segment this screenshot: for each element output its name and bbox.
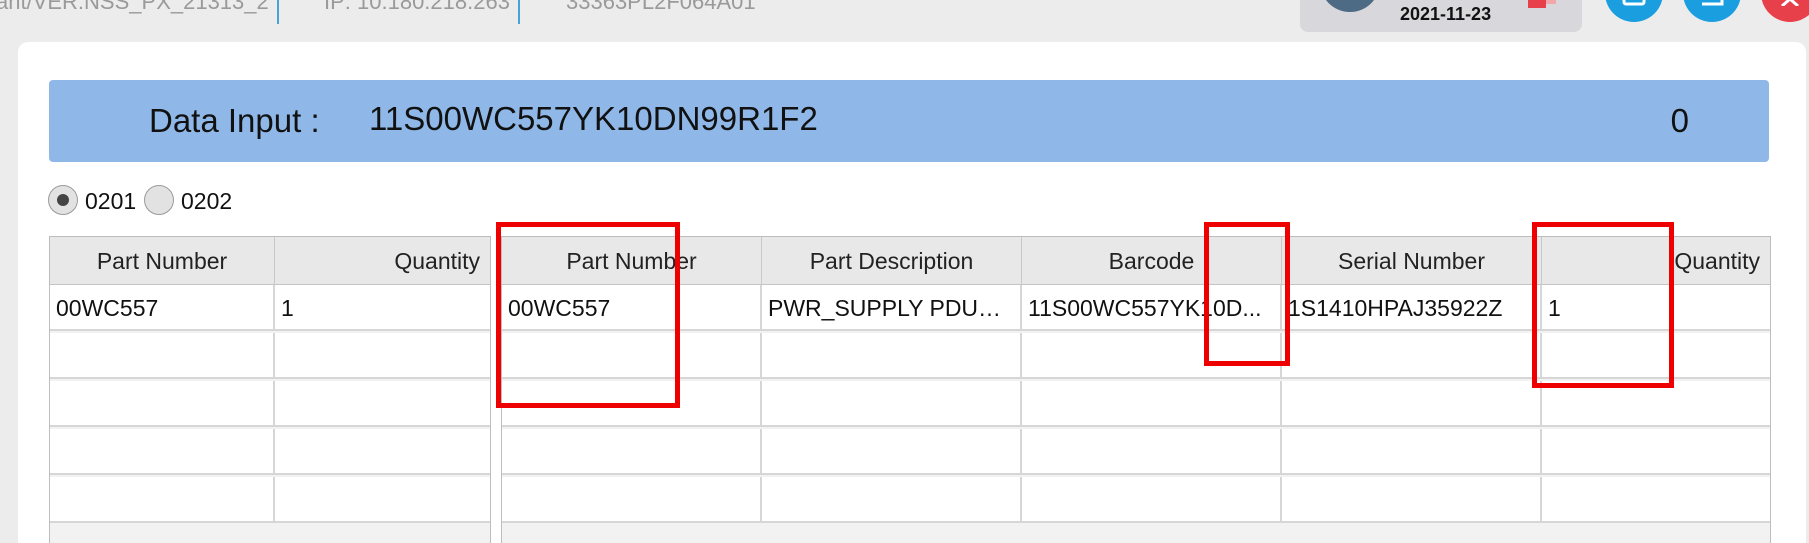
column-header-serial-number[interactable]: Serial Number [1282,237,1542,285]
cell-quantity [1542,381,1770,427]
ip-info: IP: 10.180.218.263 [324,0,520,24]
top-info-bar: ant/VER:NSS_PX_21313_2 IP: 10.180.218.26… [0,0,1809,40]
cell-quantity: 1 [1542,285,1770,331]
data-input-value[interactable]: 11S00WC557YK10DN99R1F2 [369,100,818,138]
cell-barcode [1022,429,1282,475]
cell-quantity [275,381,490,427]
edit-button[interactable] [1683,0,1741,22]
table-row[interactable] [50,333,490,381]
edit-icon [1702,0,1724,6]
logout-icon[interactable] [1524,0,1560,8]
cell-barcode [1022,381,1282,427]
cell-part-number [502,381,762,427]
radio-label: 0201 [85,188,137,214]
cell-part-description [762,477,1022,523]
cell-part-number [502,333,762,379]
cell-quantity: 1 [275,285,490,331]
column-header-part-description[interactable]: Part Description [762,237,1022,285]
cell-part-description [762,381,1022,427]
cell-serial-number [1282,333,1542,379]
table-row[interactable] [50,429,490,477]
cell-part-number [50,381,275,427]
version-info: ant/VER:NSS_PX_21313_2 [0,0,279,24]
data-input-label: Data Input : [149,102,320,139]
save-icon [1622,0,1646,6]
cell-part-description [762,429,1022,475]
cell-part-number [50,429,275,475]
cell-barcode [1022,477,1282,523]
cell-quantity [275,333,490,379]
cell-barcode [1022,333,1282,379]
table-row[interactable] [502,381,1770,429]
user-box: 2021-11-23 [1300,0,1582,32]
cell-part-description: PWR_SUPPLY PDU+ ... [762,285,1022,331]
cell-part-description [762,333,1022,379]
cell-serial-number [1282,477,1542,523]
table-row[interactable]: 00WC557 PWR_SUPPLY PDU+ ... 11S00WC557YK… [502,285,1770,333]
scan-count: 0 [1670,102,1689,139]
radio-selected-icon [48,185,78,215]
cell-part-number [50,333,275,379]
table-row[interactable] [502,477,1770,525]
radio-label: 0202 [181,188,233,214]
cell-part-number: 00WC557 [50,285,275,331]
app-window: ant/VER:NSS_PX_21313_2 IP: 10.180.218.26… [0,0,1809,543]
table-row[interactable] [50,381,490,429]
column-header-part-number[interactable]: Part Number [50,237,275,285]
cell-quantity [275,429,490,475]
cell-barcode: 11S00WC557YK10D... [1022,285,1282,331]
column-header-part-number[interactable]: Part Number [502,237,762,285]
table-row[interactable]: 00WC557 1 [50,285,490,333]
avatar [1320,0,1380,12]
radio-unselected-icon [144,185,174,215]
cell-part-number [502,477,762,523]
cell-quantity [1542,429,1770,475]
cell-quantity [1542,333,1770,379]
table-header: Part Number Part Description Barcode Ser… [502,237,1770,285]
bom-table: Part Number Quantity 00WC557 1 [49,236,491,543]
cell-serial-number: 1S1410HPAJ35922Z [1282,285,1542,331]
cell-quantity [275,477,490,523]
save-button[interactable] [1605,0,1663,22]
data-input-bar: Data Input : 11S00WC557YK10DN99R1F2 0 [49,80,1769,162]
column-header-barcode[interactable]: Barcode [1022,237,1282,285]
table-row[interactable] [502,333,1770,381]
table-row[interactable] [50,477,490,525]
column-header-quantity[interactable]: Quantity [1542,237,1770,285]
close-icon [1781,0,1799,6]
cell-part-number: 00WC557 [502,285,762,331]
cell-quantity [1542,477,1770,523]
table-row[interactable] [502,429,1770,477]
close-button[interactable] [1761,0,1809,22]
cell-part-number [502,429,762,475]
cell-serial-number [1282,429,1542,475]
cell-part-number [50,477,275,523]
cell-serial-number [1282,381,1542,427]
column-header-quantity[interactable]: Quantity [275,237,490,285]
scan-table: Part Number Part Description Barcode Ser… [501,236,1771,543]
table-header: Part Number Quantity [50,237,490,285]
login-date: 2021-11-23 [1400,4,1492,24]
station-id: 33363PL2F064A01 [566,0,756,14]
